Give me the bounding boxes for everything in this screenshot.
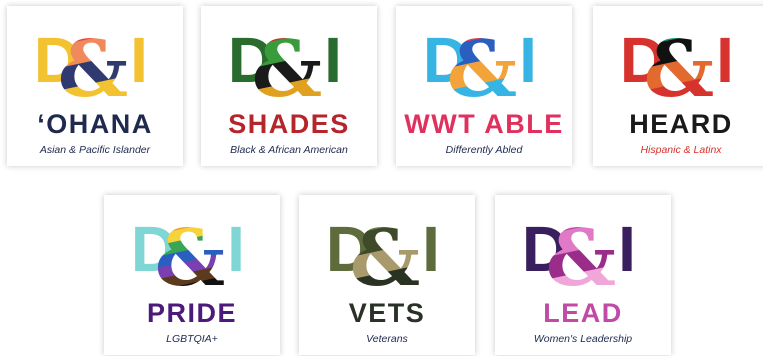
dei-logo: & D I bbox=[327, 213, 440, 291]
group-card[interactable]: & D I PRIDE LGBTQIA+ bbox=[104, 195, 280, 355]
logo-letter-i: I bbox=[716, 24, 734, 96]
logo-letter-i: I bbox=[130, 24, 148, 96]
group-subtitle: Veterans bbox=[366, 333, 408, 345]
group-title: HEARD bbox=[629, 109, 733, 139]
dei-logo: & D I bbox=[229, 24, 342, 102]
group-subtitle: Hispanic & Latinx bbox=[640, 144, 722, 156]
group-card[interactable]: & D I VETS Veterans bbox=[299, 195, 475, 355]
dei-logo: & D I bbox=[35, 24, 148, 102]
group-title: SHADES bbox=[228, 109, 350, 139]
dei-logo: & D I bbox=[424, 24, 537, 102]
logo-letter-i: I bbox=[422, 213, 440, 285]
logo-letter-i: I bbox=[519, 24, 537, 96]
group-subtitle: Black & African American bbox=[230, 144, 348, 156]
logo-letter-i: I bbox=[324, 24, 342, 96]
group-subtitle: LGBTQIA+ bbox=[166, 333, 218, 345]
group-card[interactable]: & D I SHADES Black & African American bbox=[201, 6, 377, 166]
group-subtitle: Asian & Pacific Islander bbox=[39, 144, 151, 156]
logo-letter-i: I bbox=[227, 213, 245, 285]
dei-logo: & D I bbox=[621, 24, 734, 102]
group-title: WWT ABLE bbox=[404, 109, 564, 139]
group-title: PRIDE bbox=[146, 298, 238, 328]
group-card[interactable]: & D I WWT ABLE Differently Abled bbox=[396, 6, 572, 166]
group-subtitle: Differently Abled bbox=[445, 144, 523, 156]
group-title: VETS bbox=[348, 298, 426, 328]
logo-letter-i: I bbox=[618, 213, 636, 285]
group-title: ‘OHANA bbox=[37, 109, 153, 139]
group-subtitle: Women's Leadership bbox=[533, 333, 633, 345]
group-card[interactable]: & D I HEARD Hispanic & Latinx bbox=[593, 6, 763, 166]
group-card[interactable]: & D I LEAD Women's Leadership bbox=[495, 195, 671, 355]
dei-logo: & D I bbox=[132, 213, 245, 291]
group-title: LEAD bbox=[543, 298, 623, 328]
group-card[interactable]: & D I ‘OHANA Asian & Pacific Islander bbox=[7, 6, 183, 166]
dei-logo: & D I bbox=[523, 213, 636, 291]
